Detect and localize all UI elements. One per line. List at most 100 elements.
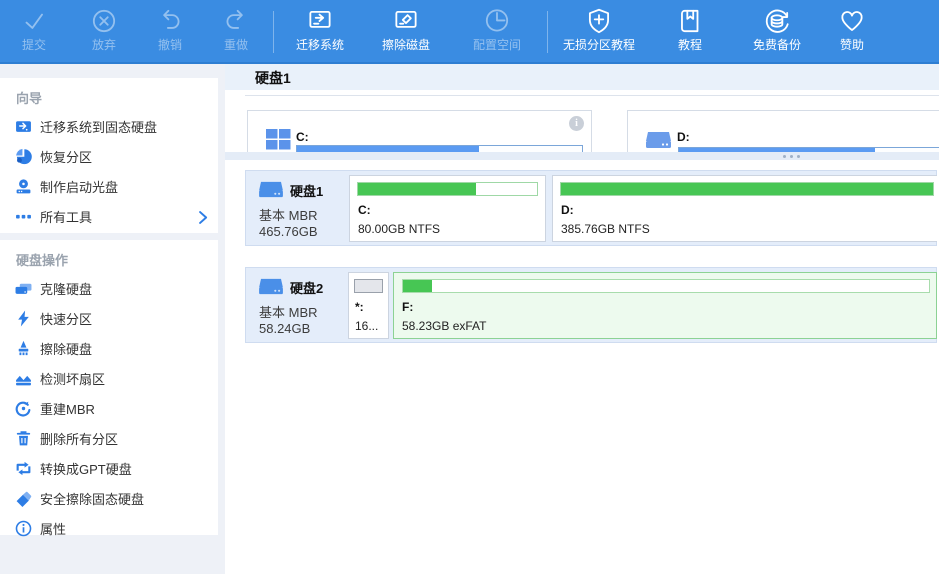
- sidebar-item-check-bad-sectors[interactable]: 检测坏扇区: [0, 363, 218, 393]
- sponsor-button[interactable]: 赞助: [837, 6, 867, 52]
- submit-button[interactable]: 提交: [19, 6, 49, 52]
- all-tools-icon: [15, 208, 32, 225]
- sidebar-item-wipe-hdd[interactable]: 擦除硬盘: [0, 333, 218, 363]
- free-backup-button[interactable]: 免费备份: [753, 6, 801, 52]
- disk1-name: 硬盘1: [290, 181, 323, 200]
- sidebar-item-recover-partition[interactable]: 恢复分区: [0, 141, 218, 171]
- sidebar-item-properties[interactable]: 属性: [0, 513, 218, 543]
- partition-manager-window: 提交 放弃 撤销 重做 迁移系统 擦除磁盘 配置空间 无损: [0, 0, 939, 574]
- partition-c-usage-fill: [358, 183, 476, 195]
- sidebar-item-label: 擦除硬盘: [40, 339, 92, 358]
- watermark-text: 泽网: [913, 558, 939, 574]
- divider: [245, 95, 939, 96]
- tab-disk1[interactable]: 硬盘1: [255, 68, 291, 88]
- sidebar-item-label: 所有工具: [40, 207, 92, 226]
- redo-icon: [221, 6, 251, 36]
- partition-tutorial-button[interactable]: 无损分区教程: [563, 6, 635, 52]
- migrate-system-label: 迁移系统: [296, 38, 344, 52]
- migrate-system-icon: [305, 6, 335, 36]
- wipe-disk-label: 擦除磁盘: [382, 38, 430, 52]
- partition-f-usage-fill: [403, 280, 432, 292]
- toolbar: 提交 放弃 撤销 重做 迁移系统 擦除磁盘 配置空间 无损: [0, 0, 939, 64]
- tutorial-book-icon: [675, 6, 705, 36]
- sidebar-item-label: 属性: [40, 519, 66, 538]
- partition-c-label: C:: [358, 203, 371, 217]
- tab-bar: 硬盘1: [225, 64, 939, 90]
- disk1-type: 基本 MBR: [259, 205, 318, 224]
- overview-card-c[interactable]: C: i: [247, 110, 592, 152]
- bootable-media-icon: [15, 178, 32, 195]
- allocate-space-button[interactable]: 配置空间: [473, 6, 521, 52]
- sidebar-item-all-tools[interactable]: 所有工具: [0, 201, 218, 231]
- convert-gpt-icon: [15, 460, 32, 477]
- partition-tutorial-icon: [584, 6, 614, 36]
- sidebar: 向导 迁移系统到固态硬盘 恢复分区 制作启动光盘 所有工具 硬盘操作: [0, 66, 218, 574]
- overview-splitter-handle[interactable]: [225, 152, 939, 160]
- disk-operations-section-title: 硬盘操作: [0, 240, 218, 273]
- free-backup-label: 免费备份: [753, 38, 801, 52]
- allocate-space-label: 配置空间: [473, 38, 521, 52]
- watermark: 泽网: [852, 558, 939, 574]
- partition-d-usage-bar: [560, 182, 934, 196]
- tutorial-button[interactable]: 教程: [675, 6, 705, 52]
- disk2-info-block[interactable]: 硬盘2 基本 MBR 58.24GB: [246, 268, 348, 342]
- disk1-size: 465.76GB: [259, 224, 318, 239]
- sidebar-item-label: 恢复分区: [40, 147, 92, 166]
- sidebar-item-clone-disk[interactable]: 克隆硬盘: [0, 273, 218, 303]
- migrate-system-button[interactable]: 迁移系统: [296, 6, 344, 52]
- partition-unallocated-card[interactable]: *: 16...: [348, 272, 389, 339]
- main-area: 硬盘1 C: i D:: [225, 64, 939, 574]
- wizard-section-title: 向导: [0, 78, 218, 111]
- sidebar-item-convert-to-gpt[interactable]: 转换成GPT硬盘: [0, 453, 218, 483]
- sidebar-item-rebuild-mbr[interactable]: 重建MBR: [0, 393, 218, 423]
- sidebar-item-secure-erase-ssd[interactable]: 安全擦除固态硬盘: [0, 483, 218, 513]
- overview-d-label: D:: [677, 130, 690, 144]
- disk2-name: 硬盘2: [290, 278, 323, 297]
- discard-label: 放弃: [92, 38, 116, 52]
- partition-f-card-selected[interactable]: F: 58.23GB exFAT: [393, 272, 937, 339]
- wipe-hdd-icon: [15, 340, 32, 357]
- wipe-disk-icon: [391, 6, 421, 36]
- partition-unallocated-label: *:: [355, 300, 364, 314]
- toolbar-separator: [273, 11, 274, 53]
- sidebar-item-quick-partition[interactable]: 快速分区: [0, 303, 218, 333]
- overview-c-usage-bar: [296, 145, 583, 152]
- disk1-info-block[interactable]: 硬盘1 基本 MBR 465.76GB: [246, 171, 348, 245]
- submit-check-icon: [19, 6, 49, 36]
- splitter-dots-icon: [783, 155, 800, 158]
- migrate-to-ssd-icon: [15, 118, 32, 135]
- sidebar-item-label: 转换成GPT硬盘: [40, 459, 132, 478]
- sidebar-item-label: 克隆硬盘: [40, 279, 92, 298]
- sidebar-item-label: 安全擦除固态硬盘: [40, 489, 144, 508]
- partition-d-info: 385.76GB NTFS: [561, 222, 650, 236]
- overview-card-d[interactable]: D:: [627, 110, 939, 152]
- undo-icon: [155, 6, 185, 36]
- submit-label: 提交: [22, 38, 46, 52]
- quick-partition-icon: [15, 310, 32, 327]
- wipe-disk-button[interactable]: 擦除磁盘: [382, 6, 430, 52]
- clone-disk-icon: [15, 280, 32, 297]
- sidebar-item-delete-all-partitions[interactable]: 删除所有分区: [0, 423, 218, 453]
- rebuild-mbr-icon: [15, 400, 32, 417]
- properties-icon: [15, 520, 32, 537]
- sidebar-wizard-section: 向导 迁移系统到固态硬盘 恢复分区 制作启动光盘 所有工具: [0, 78, 218, 233]
- partition-d-card[interactable]: D: 385.76GB NTFS: [552, 175, 937, 242]
- partition-c-card[interactable]: C: 80.00GB NTFS: [349, 175, 546, 242]
- sidebar-item-label: 制作启动光盘: [40, 177, 118, 196]
- sidebar-item-label: 重建MBR: [40, 399, 95, 418]
- info-icon[interactable]: i: [569, 116, 584, 131]
- sidebar-item-label: 检测坏扇区: [40, 369, 105, 388]
- sidebar-disk-operations-section: 硬盘操作 克隆硬盘 快速分区 擦除硬盘 检测坏扇区 重建MBR: [0, 240, 218, 535]
- undo-button[interactable]: 撤销: [155, 6, 185, 52]
- partition-unallocated-bar: [354, 279, 383, 293]
- partition-c-info: 80.00GB NTFS: [358, 222, 440, 236]
- sidebar-item-bootable-media[interactable]: 制作启动光盘: [0, 171, 218, 201]
- disk1-row: 硬盘1 基本 MBR 465.76GB C: 80.00GB NTFS D: 3…: [245, 170, 937, 246]
- sidebar-item-migrate-to-ssd[interactable]: 迁移系统到固态硬盘: [0, 111, 218, 141]
- disk2-row: 硬盘2 基本 MBR 58.24GB *: 16... F: 58.23GB e…: [245, 267, 937, 343]
- sidebar-item-label: 迁移系统到固态硬盘: [40, 117, 157, 136]
- partition-d-usage-fill: [561, 183, 933, 195]
- redo-button[interactable]: 重做: [221, 6, 251, 52]
- sidebar-item-label: 删除所有分区: [40, 429, 118, 448]
- discard-button[interactable]: 放弃: [89, 6, 119, 52]
